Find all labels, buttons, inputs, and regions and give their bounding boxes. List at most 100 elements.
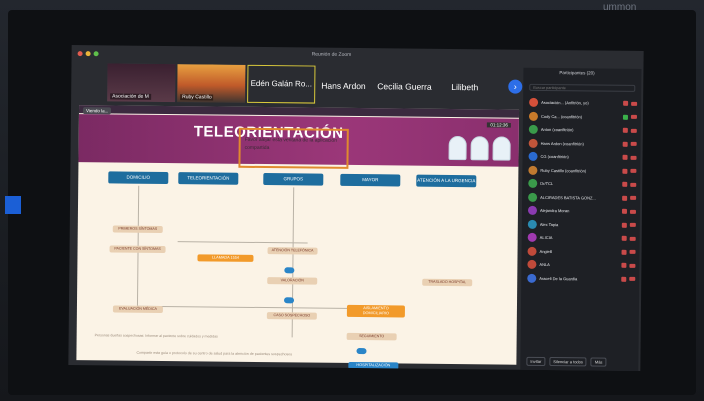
camera-off-icon <box>629 223 636 228</box>
avatar <box>528 165 538 175</box>
slide-footnote: Personas dueñas sospechosas: Informar al… <box>94 333 218 339</box>
more-button[interactable]: Más <box>590 357 607 367</box>
participant-name: Dr/TCL <box>540 181 554 187</box>
avatar <box>527 273 537 283</box>
mic-muted-icon <box>622 195 628 201</box>
participant-name: Alejandra Moran <box>539 208 570 214</box>
participant-name: Ruby Castillo (coanfitrión) <box>540 167 587 174</box>
flow-node: SEGUIMIENTO <box>346 332 397 341</box>
participant-row[interactable]: Araceli De la Guardia <box>527 271 636 286</box>
participant-row[interactable]: Dr/TCL <box>528 177 637 192</box>
participant-name: Cody Ca... (coanfitrión) <box>540 113 583 120</box>
camera-off-icon <box>629 277 636 282</box>
flow-node: PRIMEROS SÍNTOMAS <box>112 225 163 233</box>
close-dot[interactable] <box>77 51 83 57</box>
participant-name: Hans Ardon (coanfitrión) <box>540 140 584 147</box>
shared-screen: Viendo la... TELEORIENTACIÓN 01:12:36 Fa… <box>76 105 520 370</box>
panel-actions: Invitar Silenciar a todos Más <box>526 356 607 367</box>
flow-node: ATENCIÓN TELEFÓNICA <box>267 247 318 255</box>
participant-name: ALCIRADES BATISTA GONZ... <box>540 194 596 201</box>
tile-name: Edén Galán Ro... <box>250 78 313 89</box>
next-page-icon[interactable]: › <box>508 79 523 94</box>
video-tile-2[interactable]: Ruby Castillo <box>177 64 246 103</box>
avatar <box>529 98 539 108</box>
participant-row[interactable]: ANLA <box>527 258 636 273</box>
participant-tile-cecilia[interactable]: Cecilia Guerra <box>377 81 431 92</box>
participant-row[interactable]: Cody Ca... (coanfitrión) <box>528 109 637 124</box>
flow-node: EVALUACIÓN MÉDICA <box>112 305 163 313</box>
video-tile-1[interactable]: Asociación de M <box>107 63 176 103</box>
flow-node: CASO SOSPECHOSO <box>266 312 317 320</box>
mic-muted-icon <box>621 276 627 282</box>
participant-row[interactable]: Alejandra Moran <box>527 204 636 219</box>
avatar <box>527 260 537 270</box>
participant-row[interactable]: Alex Tapia <box>527 217 636 232</box>
mute-all-button[interactable]: Silenciar a todos <box>549 357 587 367</box>
avatar <box>528 179 538 189</box>
maximize-dot[interactable] <box>93 51 99 57</box>
camera-off-icon <box>630 128 637 133</box>
tile-caption: Ruby Castillo <box>180 94 214 101</box>
participant-row[interactable]: CG (coanfitrión) <box>528 150 637 165</box>
window-title: Reunión de Zoom <box>311 51 352 58</box>
camera-off-icon <box>630 182 637 187</box>
doctor-icon <box>448 135 467 161</box>
participant-row[interactable]: Angie8 <box>527 244 636 259</box>
slide-footer: Compartir esta guía o protocolo de su ce… <box>136 350 293 357</box>
avatar <box>528 125 538 135</box>
mic-muted-icon <box>621 263 627 269</box>
participant-name: Alex Tapia <box>539 221 559 227</box>
camera-off-icon <box>629 263 636 268</box>
avatar <box>527 233 537 243</box>
mic-muted-icon <box>622 182 628 188</box>
participant-row[interactable]: Hans Ardon (coanfitrión) <box>528 136 637 151</box>
mic-muted-icon <box>622 168 628 174</box>
participant-row[interactable]: ALICIA <box>527 231 636 246</box>
mic-muted-icon <box>623 101 629 107</box>
avatar <box>528 138 538 148</box>
flow-connector <box>283 297 295 304</box>
flow-node: PACIENTE CON SÍNTOMAS <box>109 245 166 254</box>
camera-off-icon <box>630 115 637 120</box>
invite-button[interactable]: Invitar <box>526 356 546 366</box>
camera-off-icon <box>630 169 637 174</box>
participant-tile-hans[interactable]: Hans Ardon <box>321 81 366 91</box>
participant-list: Asociación... (Anfitrión, yo) Cody Ca...… <box>527 96 638 286</box>
flow-line <box>177 241 308 244</box>
participant-tile-lilibeth[interactable]: Lilibeth <box>451 82 478 92</box>
participant-name: Angie8 <box>539 248 553 254</box>
participant-name: Asociación... (Anfitrión, yo) <box>541 100 589 106</box>
camera-off-icon <box>629 209 636 214</box>
participant-row[interactable]: Ruby Castillo (coanfitrión) <box>528 163 637 178</box>
mic-muted-icon <box>622 155 628 161</box>
participant-row[interactable]: Asociación... (Anfitrión, yo) <box>529 96 638 111</box>
camera-off-icon <box>629 250 636 255</box>
mic-on-icon <box>622 114 628 120</box>
avatar <box>528 152 538 162</box>
avatar <box>527 246 537 256</box>
avatar <box>528 192 538 202</box>
minimize-dot[interactable] <box>85 51 91 57</box>
participant-name: ALICIA <box>539 235 553 241</box>
participant-row[interactable]: ALCIRADES BATISTA GONZ... <box>528 190 637 205</box>
side-taskbar-item[interactable] <box>5 196 21 214</box>
video-tile-active[interactable]: Edén Galán Ro... <box>247 64 316 104</box>
flow-line <box>136 305 377 310</box>
doctor-icon <box>470 136 489 161</box>
flow-connector <box>356 348 367 355</box>
participant-name: CG (coanfitrión) <box>540 154 569 160</box>
flow-node: LLAMADA 1554 <box>197 254 254 262</box>
avatar <box>527 206 538 216</box>
participant-row[interactable]: Anton (coanfitrión) <box>528 123 637 138</box>
flow-connector <box>284 267 295 274</box>
mic-muted-icon <box>621 236 627 242</box>
participant-name: Anton (coanfitrión) <box>540 127 574 133</box>
participant-name: ANLA <box>539 262 550 268</box>
participant-search-input[interactable]: Buscar participante <box>529 83 636 92</box>
tile-caption: Asociación de M <box>110 93 151 100</box>
meeting-timer: 01:12:36 <box>487 122 511 128</box>
doctor-illustration <box>448 135 511 161</box>
window-controls <box>77 51 99 57</box>
participants-panel: Participantes (20) Buscar participante A… <box>520 67 642 371</box>
zoom-window: Reunión de Zoom Asociación de M Ruby Cas… <box>68 45 644 371</box>
